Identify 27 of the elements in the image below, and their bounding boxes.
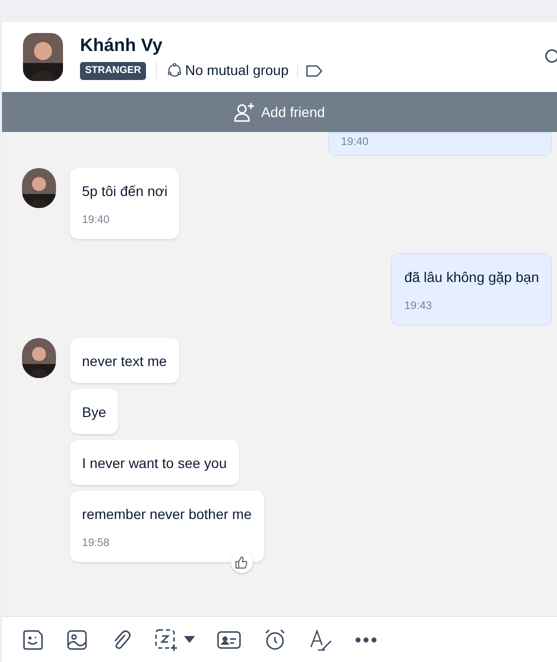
alarm-clock-icon[interactable] [263, 628, 287, 652]
contact-name: Khánh Vy [80, 34, 164, 57]
message-time: 19:58 [82, 536, 111, 550]
add-person-icon [234, 102, 256, 122]
text-format-icon[interactable] [309, 628, 333, 652]
message-text: 5p tôi đến nơi [82, 182, 168, 201]
more-icon[interactable] [355, 636, 377, 642]
message-text: never text me [82, 352, 167, 371]
message-time: 19:40 [82, 213, 111, 227]
group-icon [167, 63, 182, 78]
image-icon[interactable] [66, 628, 88, 650]
thumbs-up-icon [235, 556, 248, 568]
screenshot-icon[interactable] [154, 628, 178, 652]
message-text: Bye [82, 403, 106, 422]
message-time: 19:43 [404, 299, 433, 313]
message-text: đã lâu không gặp bạn [404, 268, 539, 287]
message-time: 19:40 [341, 135, 370, 149]
caret-icon[interactable] [184, 636, 195, 643]
add-friend-button[interactable]: Add friend [2, 92, 557, 132]
contact-card-icon[interactable] [217, 630, 241, 650]
stranger-badge: STRANGER [80, 62, 146, 80]
like-reaction-button[interactable] [230, 551, 253, 573]
message-text: I never want to see you [82, 454, 227, 473]
mutual-group-label[interactable]: No mutual group [185, 60, 289, 81]
tag-icon[interactable] [306, 64, 323, 76]
message-text: remember never bother me [82, 505, 252, 524]
sticker-icon[interactable] [22, 628, 44, 650]
